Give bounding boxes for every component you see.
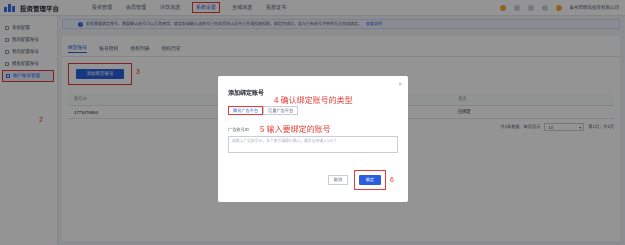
cancel-button[interactable]: 取消 — [328, 175, 348, 185]
annotation-step-5: 5 输入要绑定的账号 — [260, 125, 331, 134]
annotation-step-4: 4 确认绑定账号的类型 — [274, 96, 353, 105]
annotation-box: 确定 — [354, 170, 386, 190]
modal-title: 添加绑定账号 — [228, 91, 265, 97]
account-id-label: 广告账号ID — [228, 127, 249, 132]
annotation-step-6: 6 — [390, 177, 394, 184]
account-type-tab-ocean[interactable]: 巨量广告平台 — [263, 106, 299, 115]
account-type-tab-tencent[interactable]: 腾讯广告平台 — [228, 106, 264, 115]
confirm-button[interactable]: 确定 — [359, 175, 381, 185]
account-id-input[interactable]: 请输入广告账号ID，多个账号请换行输入，最多支持输入100个 — [228, 136, 398, 153]
close-icon[interactable]: × — [398, 82, 402, 88]
account-type-tabs: 腾讯广告平台 巨量广告平台 — [228, 106, 299, 115]
